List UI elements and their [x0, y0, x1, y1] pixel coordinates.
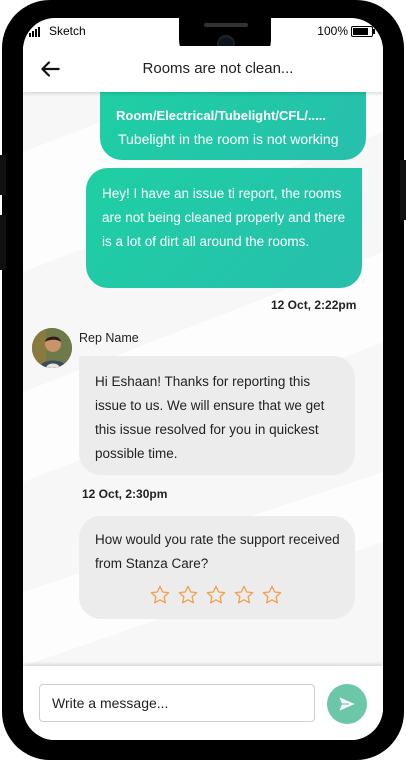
speaker-grill [204, 23, 248, 27]
battery-percent: 100% [317, 24, 348, 38]
volume-down-key [0, 215, 6, 270]
phone-frame: Sketch 100% Rooms are not clean... Room/… [0, 0, 406, 760]
message-timestamp: 12 Oct, 2:22pm [271, 298, 357, 312]
rep-name: Rep Name [79, 331, 139, 345]
message-text: Hey! I have an issue ti report, the room… [102, 186, 346, 249]
star-icon[interactable] [261, 584, 283, 606]
send-icon [339, 697, 355, 711]
volume-up-key [0, 155, 6, 195]
page-title: Rooms are not clean... [142, 60, 294, 77]
message-input[interactable] [39, 684, 315, 722]
send-button[interactable] [327, 684, 367, 724]
message-timestamp: 12 Oct, 2:30pm [82, 487, 168, 501]
avatar [32, 328, 72, 368]
message-bubble-sent: Hey! I have an issue ti report, the room… [86, 168, 362, 288]
message-composer [23, 666, 383, 740]
message-bubble-sent: Room/Electrical/Tubelight/CFL/..... Tube… [100, 92, 366, 160]
back-arrow-icon[interactable] [37, 56, 63, 82]
carrier-name: Sketch [49, 24, 86, 38]
message-text: Hi Eshaan! Thanks for reporting this iss… [95, 374, 325, 461]
rating-card: How would you rate the support received … [79, 516, 355, 619]
star-icon[interactable] [177, 584, 199, 606]
rating-question: How would you rate the support received … [95, 532, 340, 571]
issue-summary: Tubelight in the room is not working [118, 131, 339, 147]
screen: Sketch 100% Rooms are not clean... Room/… [23, 18, 383, 740]
star-icon[interactable] [205, 584, 227, 606]
message-bubble-received: Hi Eshaan! Thanks for reporting this iss… [79, 356, 355, 475]
signal-icon [29, 27, 40, 37]
chat-header: Rooms are not clean... [23, 46, 383, 92]
star-icon[interactable] [149, 584, 171, 606]
chat-thread[interactable]: Room/Electrical/Tubelight/CFL/..... Tube… [23, 92, 383, 666]
issue-category: Room/Electrical/Tubelight/CFL/..... [116, 108, 326, 123]
battery-icon [351, 26, 375, 37]
star-icon[interactable] [233, 584, 255, 606]
power-key [400, 160, 406, 220]
star-rating [149, 584, 283, 606]
